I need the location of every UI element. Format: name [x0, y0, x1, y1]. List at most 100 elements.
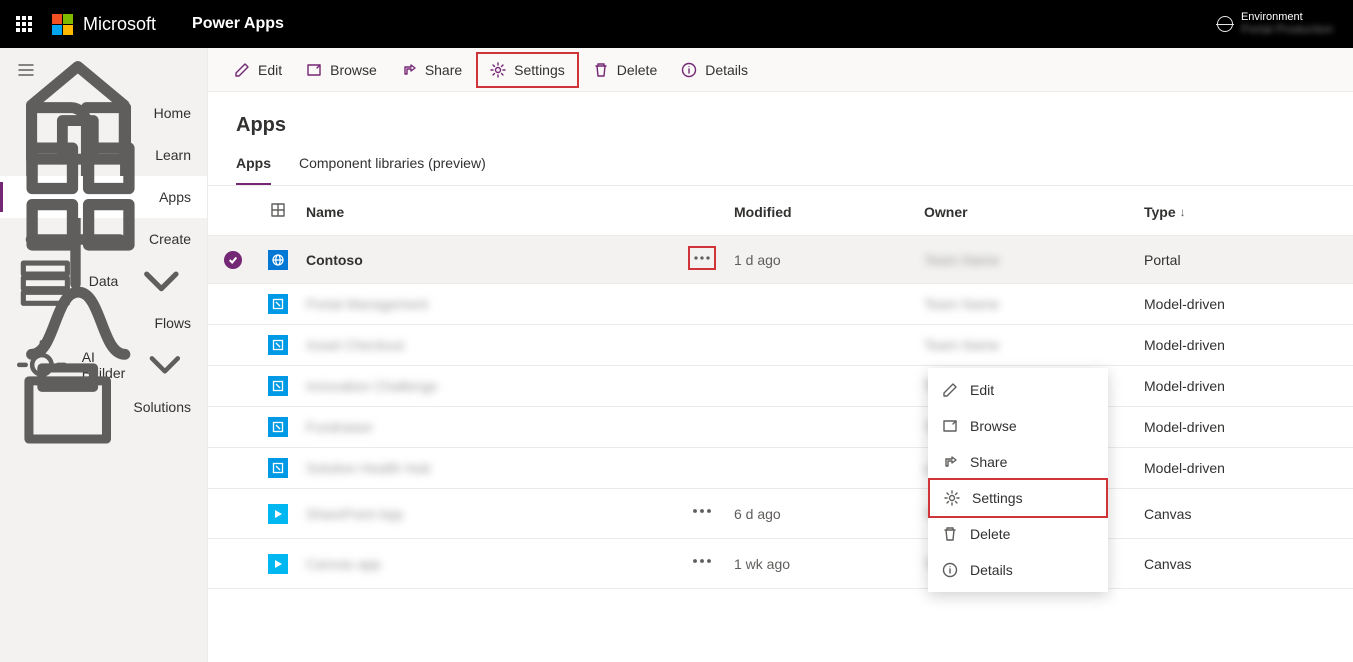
table-row[interactable]: Portal ManagementTeam NameModel-driven — [208, 284, 1353, 325]
ctx-details[interactable]: Details — [928, 552, 1108, 588]
table-row[interactable]: SharePoint App6 d agoTeam NameCanvas — [208, 489, 1353, 539]
app-type-icon — [268, 376, 288, 396]
type-cell: Model-driven — [1144, 378, 1225, 394]
table-row[interactable]: Asset Checkout Team Name Model-driven — [208, 325, 1353, 366]
sidebar-item-label: Home — [154, 105, 191, 121]
main: Edit Browse Share Settings — [208, 48, 1353, 662]
more-icon — [690, 246, 714, 270]
app-name-cell[interactable]: Fundraiser — [306, 419, 373, 435]
col-type[interactable]: Type↓ — [1144, 204, 1345, 220]
table-row[interactable]: FundraiserTeam NameModel-driven — [208, 407, 1353, 448]
cmd-label: Browse — [330, 62, 377, 78]
app-type-icon — [268, 458, 288, 478]
app-type-icon — [268, 504, 288, 524]
cmd-label: Edit — [258, 62, 282, 78]
sidebar-item-label: Apps — [159, 189, 191, 205]
sidebar-item-flows[interactable]: Flows — [0, 302, 207, 344]
sidebar-item-label: Flows — [154, 315, 191, 331]
sidebar-item-label: Learn — [155, 147, 191, 163]
more-icon — [688, 547, 716, 575]
app-type-icon — [268, 554, 288, 574]
cmd-details[interactable]: Details — [671, 56, 758, 84]
global-header: Microsoft Power Apps Environment Portal … — [0, 0, 1353, 48]
type-cell: Model-driven — [1144, 419, 1225, 435]
app-name: Power Apps — [192, 15, 284, 33]
environment-picker[interactable]: Environment Portal Production — [1217, 11, 1345, 36]
cmd-edit[interactable]: Edit — [224, 56, 292, 84]
app-name-cell[interactable]: Innovation Challenge — [306, 378, 438, 394]
type-cell: Canvas — [1144, 506, 1191, 522]
cmd-delete[interactable]: Delete — [583, 56, 667, 84]
layout-icon[interactable] — [270, 202, 286, 218]
type-cell: Model-driven — [1144, 460, 1225, 476]
cmd-browse[interactable]: Browse — [296, 56, 387, 84]
table-row[interactable]: Innovation ChallengeTeam NameModel-drive… — [208, 366, 1353, 407]
delete-icon — [593, 62, 609, 78]
sort-arrow-icon: ↓ — [1180, 205, 1186, 219]
modified-cell: 6 d ago — [734, 506, 781, 522]
app-name-cell[interactable]: Contoso — [306, 252, 363, 268]
apps-icon — [16, 132, 145, 261]
app-type-icon — [268, 294, 288, 314]
app-name-cell[interactable]: SharePoint App — [306, 506, 403, 522]
table-row[interactable]: Solution Health Hubu/DevModel-driven — [208, 448, 1353, 489]
highlight-settings-cmd: Settings — [476, 52, 579, 88]
col-owner[interactable]: Owner — [924, 204, 1128, 220]
row-more-button[interactable] — [688, 549, 716, 573]
cmd-label: Details — [705, 62, 748, 78]
row-more-button[interactable] — [688, 246, 716, 270]
page-title: Apps — [208, 92, 1353, 145]
ctx-settings[interactable]: Settings — [928, 478, 1108, 518]
app-name-cell[interactable]: Portal Management — [306, 296, 428, 312]
app-type-icon — [268, 417, 288, 437]
more-icon — [688, 497, 716, 525]
ctx-browse[interactable]: Browse — [928, 408, 1108, 444]
cmd-label: Settings — [514, 62, 565, 78]
microsoft-wordmark: Microsoft — [83, 14, 156, 35]
apps-table: Name Modified Owner Type↓ Contoso 1 d ago… — [208, 186, 1353, 589]
sidebar-item-solutions[interactable]: Solutions — [0, 386, 207, 428]
cmd-share[interactable]: Share — [391, 56, 472, 84]
col-modified[interactable]: Modified — [734, 204, 908, 220]
delete-icon — [942, 526, 958, 542]
selected-badge-icon — [224, 251, 242, 269]
row-more-button[interactable] — [688, 499, 716, 523]
app-type-icon — [268, 335, 288, 355]
sidebar-item-apps[interactable]: Apps — [0, 176, 207, 218]
command-bar: Edit Browse Share Settings — [208, 48, 1353, 92]
tabs: Apps Component libraries (preview) — [208, 145, 1353, 186]
type-cell: Model-driven — [1144, 337, 1225, 353]
share-icon — [942, 454, 958, 470]
cmd-settings[interactable]: Settings — [480, 56, 575, 84]
type-cell: Model-driven — [1144, 296, 1225, 312]
info-icon — [942, 562, 958, 578]
modified-cell: 1 d ago — [734, 252, 781, 268]
solutions-icon — [16, 355, 119, 458]
browse-icon — [306, 62, 322, 78]
chevron-down-icon — [139, 339, 191, 391]
owner-cell: Team Name — [924, 337, 999, 353]
col-name[interactable]: Name — [306, 204, 670, 220]
ctx-share[interactable]: Share — [928, 444, 1108, 480]
app-name-cell[interactable]: Solution Health Hub — [306, 460, 431, 476]
ctx-delete[interactable]: Delete — [928, 516, 1108, 552]
microsoft-logo-icon — [52, 14, 73, 35]
modified-cell: 1 wk ago — [734, 556, 790, 572]
waffle-button[interactable] — [8, 8, 40, 40]
waffle-icon — [16, 16, 32, 32]
tab-apps[interactable]: Apps — [236, 145, 271, 185]
ctx-edit[interactable]: Edit — [928, 372, 1108, 408]
globe-icon — [1217, 16, 1233, 32]
app-name-cell[interactable]: Asset Checkout — [306, 337, 404, 353]
edit-icon — [942, 382, 958, 398]
type-cell: Canvas — [1144, 556, 1191, 572]
environment-name: Portal Production — [1241, 23, 1333, 36]
type-cell: Portal — [1144, 252, 1181, 268]
table-row[interactable]: Contoso1 d agoTeam NamePortal — [208, 236, 1353, 284]
app-name-cell[interactable]: Canvas app — [306, 556, 381, 572]
context-menu: Edit Browse Share Settings Delete — [928, 368, 1108, 592]
sidebar-item-label: Create — [149, 231, 191, 247]
table-row[interactable]: Canvas app1 wk agoTeam NameCanvas — [208, 539, 1353, 589]
share-icon — [401, 62, 417, 78]
tab-component-libraries[interactable]: Component libraries (preview) — [299, 145, 486, 185]
